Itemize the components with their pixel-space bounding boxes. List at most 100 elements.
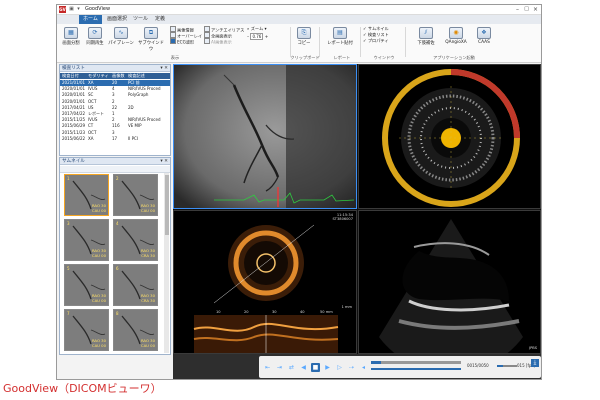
thumbnail-number: 7 [67,311,70,316]
prev-play-icon[interactable]: ◀ [299,363,308,372]
exam-list-cell-count: 22 [112,104,118,110]
subwindow-icon: ⧉ [144,27,158,39]
tab-screen-select[interactable]: 画面選択 [103,15,131,24]
legs-icon: ⫽ [419,27,433,39]
oct-tick: 50 mm [320,310,333,314]
viewport-angiography[interactable] [173,64,357,209]
pin-icon[interactable]: ▾ ✕ [160,65,168,72]
pipeline-icon: ∿ [114,27,128,39]
column-modality[interactable]: モダリティ [88,73,109,79]
exam-list-cell-count: 20 [112,80,118,85]
copy-button[interactable]: ⎘ コピー [293,27,315,49]
property-window-label: プロパティ [367,38,389,43]
caas-button[interactable]: ❖ CAAS [473,27,495,49]
ai-image-toggle[interactable]: AI画像表示 [204,38,244,45]
column-description[interactable]: 検査記述 [128,73,145,79]
exam-list-column-header: 検査日付 モダリティ 画像数 検査記述 [60,73,170,79]
thumbnail-item[interactable]: 6 RAO 30 CRA 30 [113,264,158,306]
thumbnail-item[interactable]: 2 RAO 30 CAU 00 [113,174,158,216]
exam-list-cell-date: 2015/11/25 [62,117,86,123]
viewport-ultrasound[interactable]: JPBS [358,210,541,354]
thumbnail-item[interactable]: 4 RAO 30 CRA 30 [113,219,158,261]
zoom-minus-icon[interactable]: – [247,34,249,39]
close-icon[interactable]: × [533,5,538,14]
frame-range-bar[interactable] [371,368,461,370]
pipeline-button[interactable]: ∿ パイプレーン [108,27,134,49]
group-label-report: レポート [333,55,351,60]
thumbnail-toolbar [60,166,170,173]
exam-list-row[interactable]: 2015/06/22 XA 17 II PCI [60,136,170,142]
loop-icon[interactable]: ⇄ [287,363,296,372]
next-frame-icon[interactable]: ⇥ [275,363,284,372]
exam-list-cell-count: 4 [112,86,115,92]
exam-list-row[interactable]: 2020/01/01 SC 3 PolyGraph [60,92,170,98]
thumbnail-item[interactable]: 8 RAO 30 CAU 00 [113,309,158,351]
exam-list-row[interactable]: 2015/11/23 OCT 3 [60,130,170,136]
next-step-icon[interactable]: ▷ [335,363,344,372]
zoom-value-row: – 0.76 + [247,33,287,40]
qangio-button[interactable]: ◉ QAngioXA [441,27,471,49]
ai-image-label: AI画像表示 [211,39,232,45]
exam-list-cell-desc: 2D [128,104,134,110]
tab-home[interactable]: ホーム [79,15,102,24]
thumbnail-number: 3 [67,221,70,226]
pin-icon[interactable]: ▾ ✕ [160,158,168,165]
exam-list-row[interactable]: 2017/04/22 レポート 1 [60,111,170,117]
zoom-value-input[interactable]: 0.76 [250,33,264,40]
maximize-icon[interactable]: □ [524,5,529,14]
frame-seek-bar[interactable] [371,361,461,364]
thumbnail-item[interactable]: 7 RAO 30 CAU 00 [64,309,109,351]
zoom-label: ⌕ ズーム ▾ [247,26,267,31]
scrollbar-thumb[interactable] [164,175,169,235]
report-icon: ▤ [333,27,347,39]
exam-list-row[interactable]: 2021/01/01 XA 20 PCI 前 [60,80,170,86]
thumbnail-item[interactable]: 5 RAO 30 CAU 00 [64,264,109,306]
exam-list-cell-desc: NIR/IVUS Proced [128,86,161,92]
report-paste-button[interactable]: ▤ レポート貼付 [323,27,357,49]
column-count[interactable]: 画像数 [112,73,125,79]
group-label-app-launch: アプリケーション起動 [433,55,475,60]
exam-list-cell-mod: IVUS [88,117,98,123]
split-screen-button[interactable]: ▦ 画面分割 [60,27,82,49]
thumbnail-item[interactable]: 1 RAO 30 CAU 00 [64,174,109,216]
thumbnail-number: 1 [67,176,70,181]
exam-list-row[interactable]: 2020/01/01 OCT 2 [60,99,170,105]
property-window-toggle[interactable]: ✓ プロパティ [363,38,403,44]
qangio-label: QAngioXA [445,40,467,45]
sync-play-button[interactable]: ⟳ 同期再生 [84,27,106,49]
quick-access-save-icon[interactable]: ▣ [68,6,75,13]
viewport-oct[interactable]: 11:15:34 ST3806007 1 mm 10 20 30 40 50 m… [173,210,357,354]
quick-access-dropdown-icon[interactable]: ▾ [75,6,82,13]
tab-tools[interactable]: ツール [129,15,152,24]
play-icon[interactable]: ▶ [323,363,332,372]
ecg-icon [170,38,176,44]
subwindow-button[interactable]: ⧉ サブウインドウ [136,27,166,52]
exam-list-cell-count: 1 [112,111,115,116]
exam-list-cell-date: 2015/06/22 [62,135,86,141]
exam-list-cell-desc: PolyGraph [128,92,149,98]
exam-list-row[interactable]: 2017/04/21 US 22 2D [60,105,170,111]
thumbnail-item[interactable]: 3 RAO 30 CAU 00 [64,219,109,261]
zoom-plus-icon[interactable]: + [265,34,269,39]
ivus-image [359,65,540,208]
exam-list-row[interactable]: 2015/06/29 CT 116 VE MIP [60,123,170,129]
exam-list-row[interactable]: 2015/11/25 IVUS 2 NIR/IVUS Proced [60,117,170,123]
minimize-icon[interactable]: – [516,5,519,14]
exam-list-row[interactable]: 2020/01/01 IVUS 4 NIR/IVUS Proced [60,86,170,92]
back-step-icon[interactable]: ◂ [359,363,368,372]
fps-slider[interactable] [497,365,517,367]
forward-icon[interactable]: ⇢ [347,363,356,372]
download-icon[interactable]: ⤓ [531,359,539,367]
thumbnail-angle-label: RAO 30 CRA 30 [140,248,155,258]
thumbnail-scrollbar[interactable] [164,173,169,353]
lower-limb-button[interactable]: ⫽ 下肢補佐 [413,27,439,49]
viewport-ivus[interactable] [358,64,541,209]
figure-caption: GoodView（DICOMビューワ） [3,382,162,395]
stop-icon[interactable]: ■ [311,363,320,372]
oct-tick: 40 [300,310,305,314]
first-frame-icon[interactable]: ⇤ [263,363,272,372]
exam-list-cell-date: 2020/01/01 [62,92,86,98]
column-date[interactable]: 検査日付 [62,73,79,79]
us-overlay-info: JPBS [529,346,537,350]
tab-definition[interactable]: 定義 [151,15,169,24]
